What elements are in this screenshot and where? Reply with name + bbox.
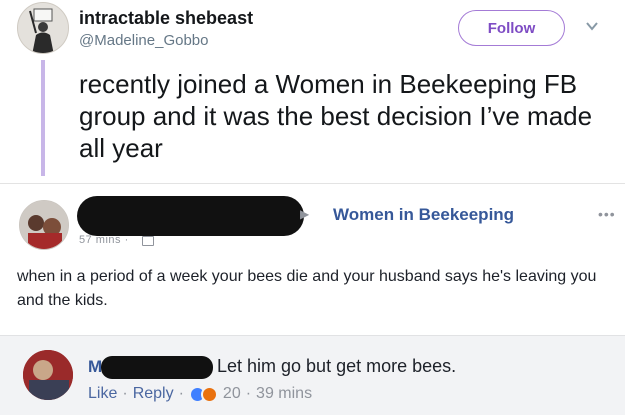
fb-post: 57 mins · ▶ Women in Beekeeping ••• when…: [0, 183, 625, 335]
reply-link[interactable]: Reply: [133, 385, 174, 403]
comment-avatar[interactable]: [23, 350, 73, 400]
comment-actions: Like · Reply · 20 · 39 mins: [88, 385, 312, 403]
separator-dot: ·: [178, 385, 184, 402]
comment-time[interactable]: 39 mins: [256, 385, 312, 403]
fb-comment: M Let him go but get more bees. Like · R…: [0, 335, 625, 415]
tweet-card: intractable shebeast @Madeline_Gobbo Fol…: [0, 0, 625, 183]
like-link[interactable]: Like: [88, 385, 117, 403]
redaction-bar: [77, 196, 304, 236]
chevron-down-icon[interactable]: [584, 18, 600, 34]
tweet-handle[interactable]: @Madeline_Gobbo: [79, 32, 208, 49]
tweet-display-name[interactable]: intractable shebeast: [79, 8, 253, 29]
fb-post-text: when in a period of a week your bees die…: [17, 268, 597, 309]
redaction-bar: [101, 356, 213, 379]
triangle-right-icon: ▶: [300, 207, 310, 221]
tweet-avatar[interactable]: [17, 2, 69, 54]
separator-dot: ·: [122, 385, 128, 402]
reactions[interactable]: [188, 385, 219, 403]
follow-button[interactable]: Follow: [458, 10, 565, 46]
separator-dot: ·: [245, 385, 252, 402]
group-icon: [142, 236, 154, 246]
thread-line: [41, 60, 45, 176]
more-dots-icon[interactable]: •••: [598, 206, 616, 222]
comment-text: Let him go but get more bees.: [217, 356, 457, 376]
reaction-count[interactable]: 20: [223, 385, 241, 403]
angry-reaction-icon: [200, 386, 218, 403]
tweet-text: recently joined a Women in Beekeeping FB…: [79, 69, 593, 163]
fb-post-avatar[interactable]: [19, 200, 69, 250]
group-link[interactable]: Women in Beekeeping: [333, 205, 514, 225]
